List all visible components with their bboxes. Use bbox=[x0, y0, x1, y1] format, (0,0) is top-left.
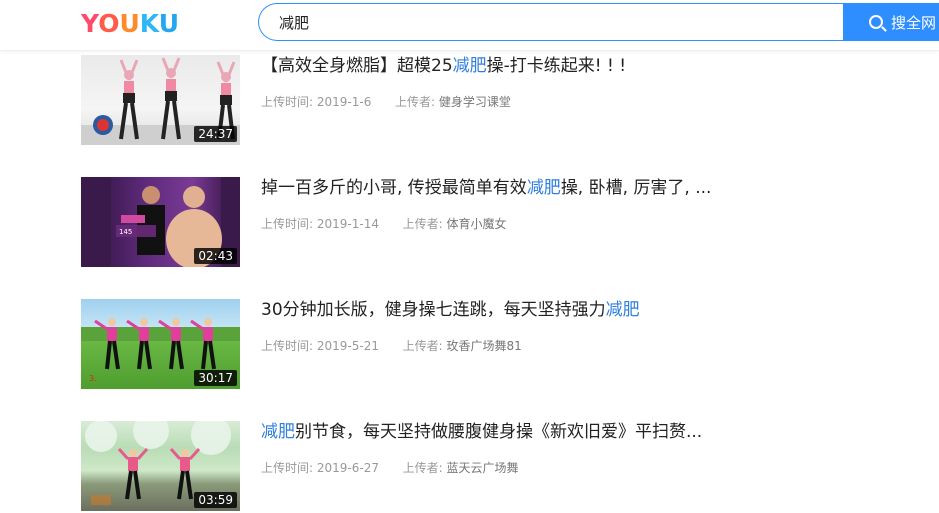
youku-logo[interactable]: YOUKU bbox=[81, 9, 179, 39]
video-meta: 上传时间: 2019-1-6 上传者: 健身学习课堂 bbox=[261, 93, 511, 110]
uploader-link[interactable]: 健身学习课堂 bbox=[439, 95, 511, 109]
title-text: 操-打卡练起来! ! ! bbox=[486, 56, 627, 76]
video-title[interactable]: 30分钟加长版，健身操七连跳，每天坚持强力减肥 bbox=[261, 299, 640, 321]
logo-letter: K bbox=[139, 9, 159, 38]
video-meta: 上传时间: 2019-1-14 上传者: 体育小魔女 bbox=[261, 215, 507, 232]
uploader-link[interactable]: 蓝天云广场舞 bbox=[447, 461, 519, 475]
video-meta: 上传时间: 2019-6-27 上传者: 蓝天云广场舞 bbox=[261, 459, 519, 476]
search-button-label: 搜全网 bbox=[891, 13, 937, 32]
video-duration: 24:37 bbox=[194, 126, 237, 142]
top-header: YOUKU 搜全网 bbox=[0, 0, 939, 51]
title-text: 别节食，每天坚持做腰腹健身操《新欢旧爱》平扫赘... bbox=[295, 422, 703, 442]
svg-text:3.: 3. bbox=[89, 374, 97, 383]
title-highlight: 减肥 bbox=[526, 178, 561, 198]
video-thumbnail[interactable]: 3. 30:17 bbox=[81, 299, 240, 389]
upload-time-value: 2019-1-6 bbox=[316, 95, 372, 109]
video-meta: 上传时间: 2019-5-21 上传者: 玫香广场舞81 bbox=[261, 337, 522, 354]
upload-time-value: 2019-1-14 bbox=[316, 217, 379, 231]
search-results: 24:37 【高效全身燃脂】超模25减肥操-打卡练起来! ! ! 上传时间: 2… bbox=[0, 0, 939, 511]
logo-letter: U bbox=[158, 9, 180, 38]
title-highlight: 减肥 bbox=[605, 300, 640, 320]
video-duration: 02:43 bbox=[194, 248, 237, 264]
search-icon bbox=[869, 15, 883, 29]
logo-letter: Y bbox=[81, 9, 99, 38]
uploader-label: 上传者: bbox=[402, 461, 443, 475]
uploader-link[interactable]: 玫香广场舞81 bbox=[447, 339, 522, 353]
title-highlight: 减肥 bbox=[261, 422, 295, 442]
result-item[interactable]: 3. 30:17 30分钟加长版，健身操七连跳，每天坚持强力减肥 上传时间: 2… bbox=[81, 299, 781, 391]
upload-time-value: 2019-6-27 bbox=[316, 461, 379, 475]
uploader-label: 上传者: bbox=[402, 217, 443, 231]
upload-time-label: 上传时间: bbox=[261, 95, 314, 109]
result-item[interactable]: 145 02:43 掉一百多斤的小哥, 传授最简单有效减肥操, 卧槽, 厉害了,… bbox=[81, 177, 781, 269]
video-thumbnail[interactable]: 24:37 bbox=[81, 55, 240, 145]
title-text: 【高效全身燃脂】超模25 bbox=[261, 56, 453, 76]
title-text: 30分钟加长版，健身操七连跳，每天坚持强力 bbox=[261, 300, 606, 320]
video-title[interactable]: 【高效全身燃脂】超模25减肥操-打卡练起来! ! ! bbox=[261, 55, 626, 77]
video-thumbnail[interactable]: 03:59 bbox=[81, 421, 240, 511]
upload-time-value: 2019-5-21 bbox=[316, 339, 379, 353]
result-item[interactable]: 03:59 减肥别节食，每天坚持做腰腹健身操《新欢旧爱》平扫赘... 上传时间:… bbox=[81, 421, 781, 513]
title-highlight: 减肥 bbox=[452, 56, 487, 76]
uploader-label: 上传者: bbox=[402, 339, 443, 353]
uploader-label: 上传者: bbox=[395, 95, 436, 109]
uploader-link[interactable]: 体育小魔女 bbox=[447, 217, 507, 231]
video-duration: 03:59 bbox=[194, 492, 237, 508]
svg-text:145: 145 bbox=[119, 228, 132, 236]
search-input[interactable] bbox=[258, 3, 854, 41]
search-all-button[interactable]: 搜全网 bbox=[843, 3, 939, 41]
result-item[interactable]: 24:37 【高效全身燃脂】超模25减肥操-打卡练起来! ! ! 上传时间: 2… bbox=[81, 55, 781, 147]
upload-time-label: 上传时间: bbox=[261, 461, 314, 475]
title-text: 掉一百多斤的小哥, 传授最简单有效 bbox=[261, 178, 527, 198]
video-thumbnail[interactable]: 145 02:43 bbox=[81, 177, 240, 267]
title-text: 操, 卧槽, 厉害了, ... bbox=[560, 178, 712, 198]
upload-time-label: 上传时间: bbox=[261, 217, 314, 231]
logo-letter: O bbox=[98, 9, 120, 38]
upload-time-label: 上传时间: bbox=[261, 339, 314, 353]
video-duration: 30:17 bbox=[194, 370, 237, 386]
video-title[interactable]: 掉一百多斤的小哥, 传授最简单有效减肥操, 卧槽, 厉害了, ... bbox=[261, 177, 711, 199]
logo-letter: U bbox=[119, 9, 140, 38]
video-title[interactable]: 减肥别节食，每天坚持做腰腹健身操《新欢旧爱》平扫赘... bbox=[261, 421, 702, 443]
